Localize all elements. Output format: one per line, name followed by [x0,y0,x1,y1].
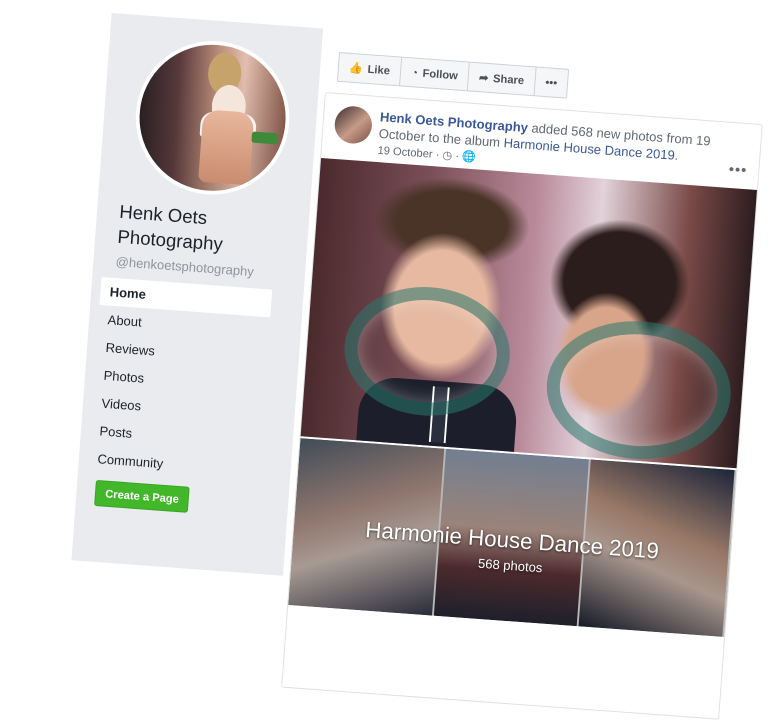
left-sidebar: Henk Oets Photography @henkoetsphotograp… [71,12,324,576]
like-button[interactable]: 👍 Like [337,53,403,86]
sidebar-nav: Home About Reviews Photos Videos Posts C… [87,277,273,484]
thumbs-up-icon: 👍 [348,61,364,76]
rss-icon: ◔ [410,65,419,80]
follow-button[interactable]: ◔ Follow [400,57,470,91]
share-label: Share [492,71,525,88]
avatar-torso [198,109,255,186]
profile-picture[interactable] [130,35,295,200]
post-period: . [674,147,679,163]
photo-lens-right [541,314,736,466]
post-author-avatar[interactable] [333,104,374,145]
create-page-button[interactable]: Create a Page [94,479,191,513]
more-actions-icon: ••• [544,75,558,90]
follow-label: Follow [422,66,459,83]
page-name[interactable]: Henk Oets Photography [117,200,297,263]
share-arrow-icon: ➦ [478,70,489,85]
post-date[interactable]: 19 October [377,143,433,160]
globe-icon: 🌐 [461,149,477,164]
post-main-photo[interactable] [300,157,757,469]
post-options-icon[interactable]: ••• [728,162,748,180]
album-preview[interactable]: Harmonie House Dance 2019 568 photos [288,438,737,638]
more-actions-button[interactable]: ••• [534,67,568,97]
page-stage: Henk Oets Photography @henkoetsphotograp… [6,0,775,720]
page-action-bar: 👍 Like ◔ Follow ➦ Share ••• [336,52,570,99]
post-card: Henk Oets Photography added 568 new phot… [281,92,763,720]
like-label: Like [367,62,391,78]
share-button[interactable]: ➦ Share [467,62,537,96]
avatar-armband [251,131,279,145]
